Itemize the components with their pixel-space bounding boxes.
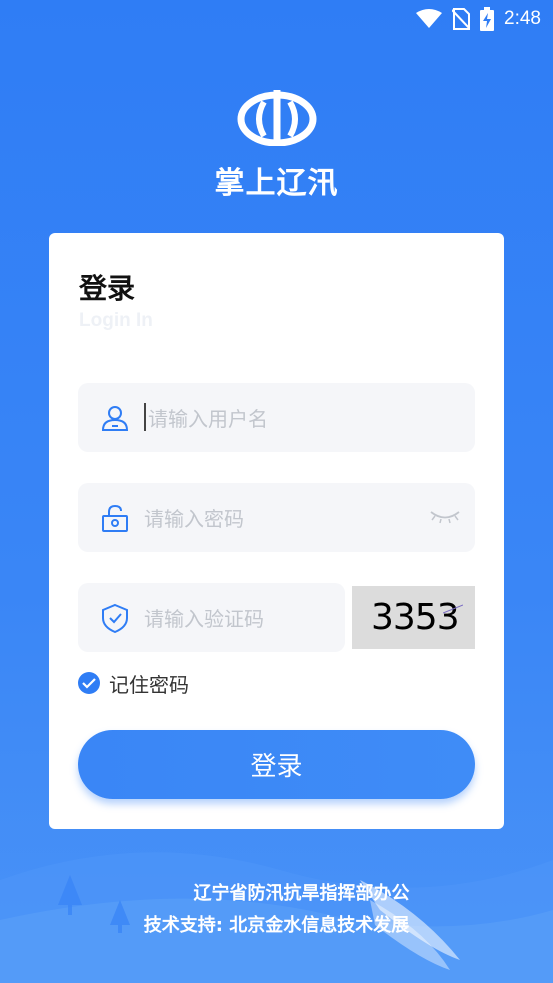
- status-bar: 2:48: [0, 0, 553, 38]
- remember-password[interactable]: 记住密码: [78, 670, 189, 697]
- eye-closed-icon[interactable]: [429, 507, 461, 525]
- username-field[interactable]: 请输入用户名: [78, 383, 475, 452]
- login-title: 登录: [79, 272, 136, 305]
- footer-tech-support: 技术支持: 北京金水信息技术发展: [143, 915, 410, 936]
- captcha-noise-line: [443, 604, 463, 614]
- lock-icon: [102, 504, 128, 532]
- login-card: 登录 Login In 请输入用户名 请输入密码 请输入验证码 3353 记住密…: [49, 233, 504, 829]
- check-icon: [82, 678, 96, 689]
- app-title: 掌上辽汛: [214, 166, 339, 201]
- password-placeholder: 请输入密码: [144, 507, 244, 531]
- wifi-icon: [416, 9, 443, 28]
- captcha-image[interactable]: 3353: [352, 586, 475, 649]
- text-caret: [144, 403, 146, 431]
- footer-organization: 辽宁省防汛抗旱指挥部办公: [193, 883, 410, 904]
- user-icon: [101, 405, 129, 431]
- shield-check-icon: [102, 603, 128, 633]
- status-time: 2:48: [504, 8, 541, 29]
- captcha-placeholder: 请输入验证码: [144, 607, 264, 631]
- remember-checkbox[interactable]: [78, 672, 100, 694]
- remember-label: 记住密码: [109, 672, 189, 697]
- shuili-logo-icon: [237, 90, 317, 146]
- login-button[interactable]: 登录: [78, 730, 475, 799]
- battery-charging-icon: [480, 7, 495, 31]
- no-sim-icon: [452, 8, 471, 30]
- captcha-field[interactable]: 请输入验证码: [78, 583, 345, 652]
- login-subtitle: Login In: [79, 310, 153, 331]
- username-placeholder: 请输入用户名: [148, 407, 268, 431]
- password-field[interactable]: 请输入密码: [78, 483, 475, 552]
- status-icons: 2:48: [416, 6, 541, 32]
